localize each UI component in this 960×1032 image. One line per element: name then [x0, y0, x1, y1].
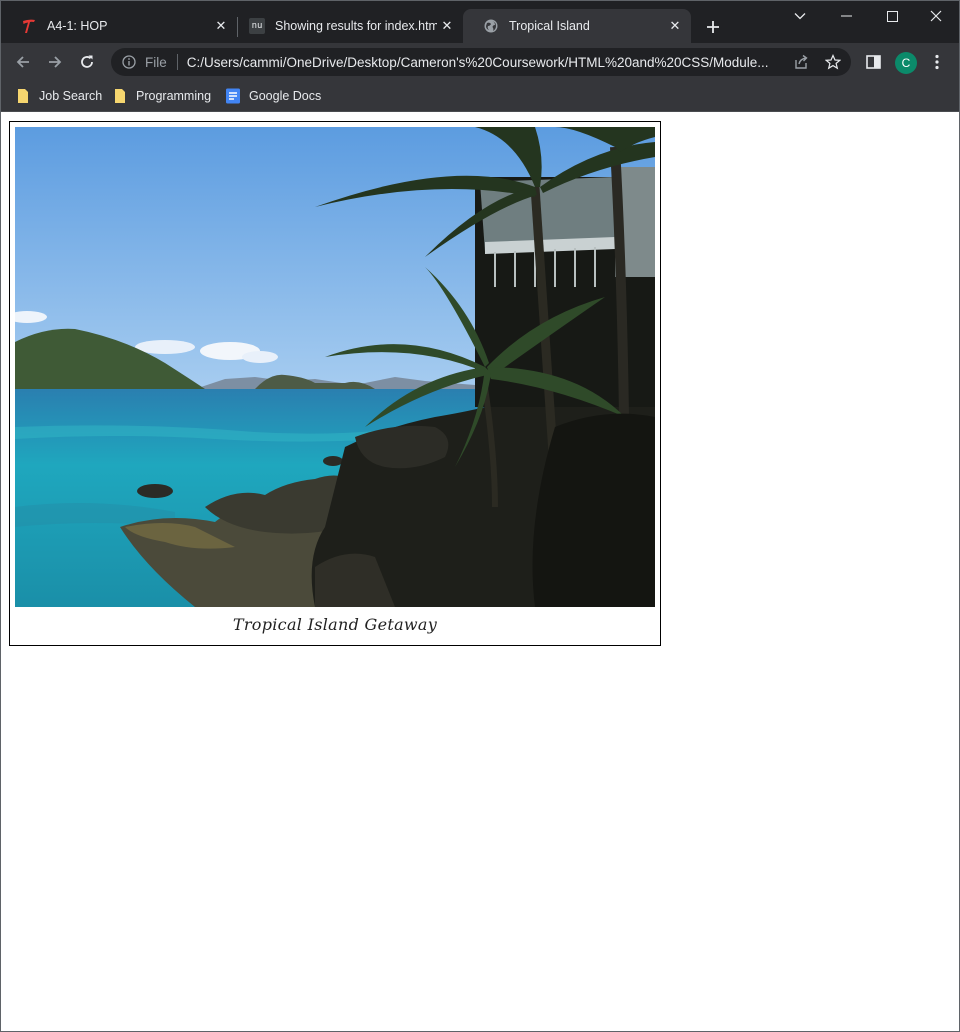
close-icon[interactable]: ✕: [437, 16, 457, 36]
forward-button[interactable]: [41, 48, 69, 76]
side-panel-button[interactable]: [859, 48, 887, 76]
favicon-text: nu: [251, 21, 263, 31]
tab-title: Showing results for index.html: [275, 19, 437, 33]
page-viewport: Tropical Island Getaway: [1, 112, 959, 1031]
tab-validator-results[interactable]: nu Showing results for index.html ✕: [229, 9, 463, 43]
address-divider: [176, 54, 178, 70]
folder-icon: [15, 88, 31, 104]
close-icon: [930, 10, 942, 22]
tab-strip: A4-1: HOP ✕ nu Showing results for index…: [1, 1, 959, 43]
share-icon[interactable]: [793, 54, 809, 70]
menu-button[interactable]: [923, 48, 951, 76]
tropical-island-photo: [15, 127, 655, 607]
photo-figure: Tropical Island Getaway: [9, 121, 661, 646]
tab-title: A4-1: HOP: [47, 19, 108, 33]
tab-title: Tropical Island: [509, 19, 590, 33]
plus-icon: [707, 21, 719, 33]
back-button[interactable]: [9, 48, 37, 76]
globe-icon: [483, 18, 499, 34]
minimize-icon: [840, 15, 852, 17]
browser-window: A4-1: HOP ✕ nu Showing results for index…: [0, 0, 960, 1032]
bookmark-label: Programming: [136, 89, 212, 103]
side-panel-icon: [865, 55, 881, 69]
tab-search-button[interactable]: [777, 1, 823, 31]
close-icon[interactable]: ✕: [665, 16, 685, 36]
figure-caption: Tropical Island Getaway: [232, 615, 438, 634]
bookmarks-bar: Job Search Programming Google Docs: [1, 81, 959, 112]
bookmark-label: Google Docs: [249, 89, 322, 103]
close-icon[interactable]: ✕: [211, 16, 231, 36]
address-bar[interactable]: File C:/Users/cammi/OneDrive/Desktop/Cam…: [111, 48, 851, 76]
folder-icon: [112, 88, 128, 104]
brand-t-icon: [21, 18, 37, 34]
info-icon[interactable]: [121, 54, 137, 70]
island-image: [15, 127, 655, 607]
scheme-label: File: [145, 54, 167, 70]
url-text[interactable]: C:/Users/cammi/OneDrive/Desktop/Cameron'…: [187, 55, 783, 70]
new-tab-button[interactable]: [701, 15, 725, 39]
nu-validator-icon: nu: [249, 18, 265, 34]
bookmark-google-docs[interactable]: Google Docs: [225, 85, 321, 107]
bookmark-programming[interactable]: Programming: [112, 85, 211, 107]
minimize-button[interactable]: [823, 1, 869, 31]
arrow-right-icon: [49, 56, 62, 68]
bookmark-job-search[interactable]: Job Search: [15, 85, 102, 107]
star-icon[interactable]: [825, 54, 841, 70]
navigation-toolbar: File C:/Users/cammi/OneDrive/Desktop/Cam…: [1, 43, 959, 81]
maximize-icon: [886, 10, 898, 22]
avatar[interactable]: C: [895, 52, 917, 74]
bookmark-label: Job Search: [39, 89, 103, 103]
reload-icon: [81, 55, 93, 68]
tab-tropical-island[interactable]: Tropical Island ✕: [463, 9, 691, 43]
arrow-left-icon: [16, 56, 29, 68]
tab-a4-hop[interactable]: A4-1: HOP ✕: [1, 9, 237, 43]
chevron-down-icon: [794, 13, 806, 20]
kebab-menu-icon: [935, 54, 939, 70]
google-docs-icon: [225, 88, 241, 104]
maximize-button[interactable]: [869, 1, 915, 31]
close-window-button[interactable]: [913, 1, 959, 31]
reload-button[interactable]: [73, 48, 101, 76]
